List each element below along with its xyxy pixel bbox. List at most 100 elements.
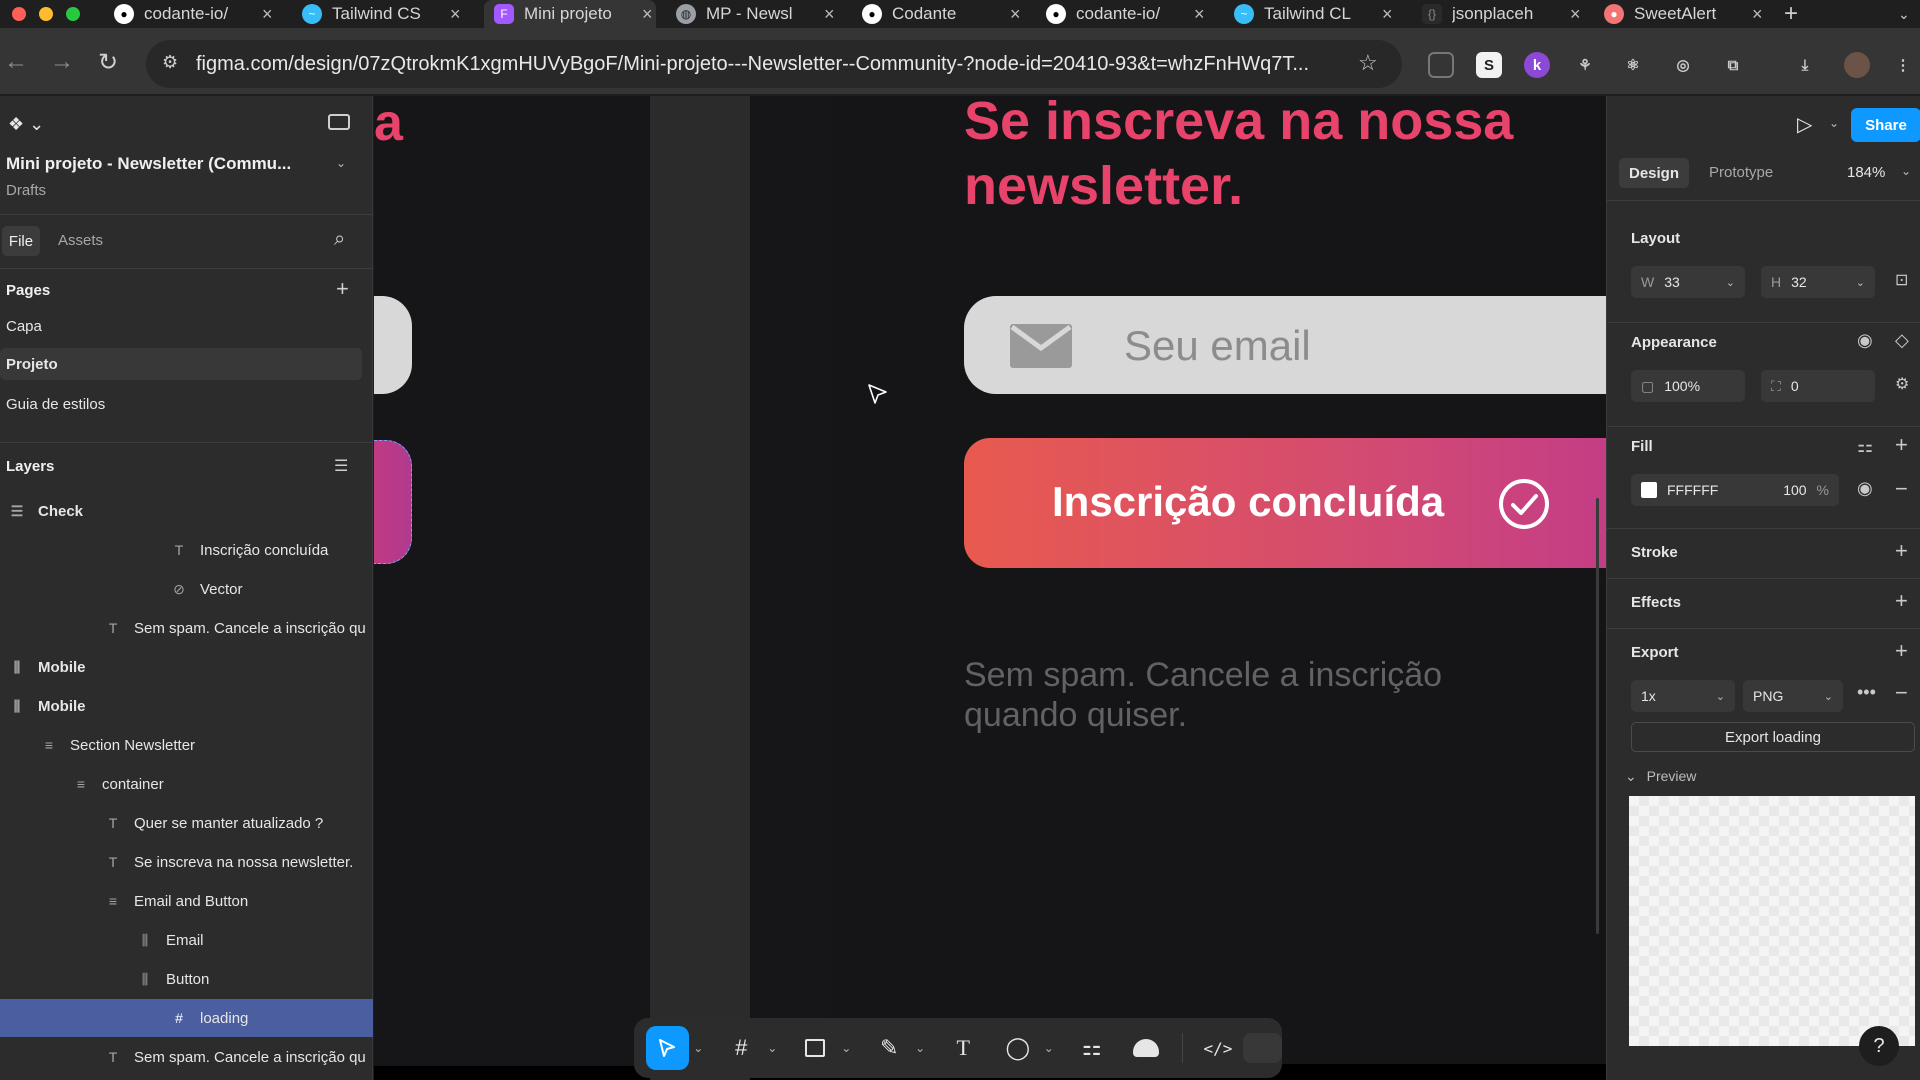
chevron-down-icon[interactable]: ⌄ [911,1041,930,1055]
extension-tree-icon[interactable]: ⚘ [1572,52,1598,78]
extension-k-icon[interactable]: k [1524,52,1550,78]
corner-radius-field[interactable]: ⛶ 0 [1761,370,1875,402]
subscribe-button-mockup[interactable]: Inscrição concluída [964,438,1606,568]
close-tab-icon[interactable]: × [1194,4,1205,25]
page-item-projeto[interactable]: Projeto [0,348,362,380]
browser-tab-0[interactable]: ● codante-io/ × [114,0,282,28]
extension-react-icon[interactable]: ⚛ [1620,52,1646,78]
address-bar[interactable]: ⚙ figma.com/design/07zQtrokmK1xgmHUVyBgo… [146,40,1402,88]
page-item-guia-de-estilos[interactable]: Guia de estilos [0,386,362,422]
browser-tab-1[interactable]: ~ Tailwind CS × [302,0,470,28]
tab-file[interactable]: File [2,226,40,256]
check-circle-icon[interactable] [1498,478,1550,530]
frame-tool-button[interactable]: # [720,1026,763,1070]
screen-capture-icon[interactable] [1428,52,1454,78]
file-title[interactable]: Mini projeto - Newsletter (Commu... [6,154,291,174]
toggle-panel-icon[interactable] [328,114,350,130]
extension-target-icon[interactable]: ◎ [1670,52,1696,78]
chevron-down-icon[interactable]: ⌄ [1856,276,1865,289]
move-tool-button[interactable] [646,1026,689,1070]
minimize-window-button[interactable] [39,7,53,21]
layer-row-quer-se-manter[interactable]: T Quer se manter atualizado ? [0,804,373,842]
export-more-icon[interactable]: ••• [1857,682,1876,703]
rectangle-tool-button[interactable] [794,1026,837,1070]
style-grid-icon[interactable]: ⚏ [1857,436,1873,457]
download-icon[interactable]: ⤓ [1792,52,1818,78]
add-export-icon[interactable]: + [1895,638,1908,664]
add-stroke-icon[interactable]: + [1895,538,1908,564]
layer-row-mobile[interactable]: ⫼ Mobile [0,687,373,725]
share-button[interactable]: Share [1851,108,1920,142]
search-icon[interactable]: ⌕ [334,228,345,251]
headline-fragment[interactable]: a [374,96,403,156]
tab-search-chevron-icon[interactable]: ⌄ [1898,0,1910,28]
chevron-down-icon[interactable]: ⌄ [689,1041,708,1055]
actions-tool-button[interactable]: ⚏ [1070,1026,1113,1070]
present-play-icon[interactable]: ▷ [1797,112,1812,137]
tab-prototype[interactable]: Prototype [1709,164,1773,181]
layer-row-inscricao-text[interactable]: T Inscrição concluída [0,531,373,569]
layer-row-mobile[interactable]: ⫼ Mobile [0,648,373,686]
remove-export-icon[interactable]: − [1895,680,1908,706]
browser-tab-5[interactable]: ● codante-io/ × [1046,0,1214,28]
layer-row-email-and-button[interactable]: ≡ Email and Button [0,882,373,920]
height-field[interactable]: H 32 ⌄ [1761,266,1875,298]
page-item-capa[interactable]: Capa [0,308,362,344]
export-format-select[interactable]: PNG ⌄ [1743,680,1843,712]
close-tab-icon[interactable]: × [262,4,273,25]
frame-mobile[interactable] [830,96,1606,1064]
fill-color-field[interactable]: FFFFFF 100 % [1631,474,1839,506]
chevron-down-icon[interactable]: ⌄ [1829,116,1839,130]
remove-fill-icon[interactable]: − [1895,476,1908,502]
layer-row-vector[interactable]: ⊘ Vector [0,570,373,608]
chevron-down-icon[interactable]: ⌄ [1039,1041,1058,1055]
canvas-scrollbar[interactable] [1596,498,1599,934]
forward-arrow-icon[interactable]: → [50,48,74,76]
browser-tab-2[interactable]: F Mini projeto × [484,0,656,28]
opacity-field[interactable]: ▢ 100% [1631,370,1745,402]
layer-row-check[interactable]: ☰ Check [0,492,373,530]
export-button[interactable]: Export loading [1631,722,1915,752]
new-tab-button[interactable]: + [1784,0,1798,28]
browser-tab-7[interactable]: {} jsonplaceh × [1422,0,1590,28]
close-tab-icon[interactable]: × [1570,4,1581,25]
close-tab-icon[interactable]: × [1382,4,1393,25]
dev-mode-switch[interactable] [1243,1033,1282,1063]
browser-tab-6[interactable]: ~ Tailwind CL × [1234,0,1402,28]
email-input-fragment[interactable] [374,296,412,394]
close-tab-icon[interactable]: × [824,4,835,25]
add-fill-icon[interactable]: + [1895,432,1908,458]
no-spam-line-1[interactable]: Sem spam. Cancele a inscrição [964,654,1442,696]
close-tab-icon[interactable]: × [642,4,653,25]
layer-row-email[interactable]: ⫼ Email [0,921,373,959]
close-tab-icon[interactable]: × [450,4,461,25]
layers-filter-icon[interactable]: ☰ [334,456,348,476]
chevron-down-icon[interactable]: ⌄ [1726,276,1735,289]
layer-row-sem-spam[interactable]: T Sem spam. Cancele a inscrição qu [0,609,373,647]
extensions-puzzle-icon[interactable]: ⧉ [1720,52,1746,78]
add-page-icon[interactable]: + [336,276,349,302]
individual-corners-icon[interactable]: ⚙ [1895,374,1909,394]
close-tab-icon[interactable]: × [1752,4,1763,25]
layer-row-sem-spam[interactable]: T Sem spam. Cancele a inscrição qu [0,1038,373,1076]
pen-tool-button[interactable]: ✎ [868,1026,911,1070]
close-window-button[interactable] [12,7,26,21]
plugin-tool-button[interactable] [1125,1026,1168,1070]
email-input-mockup[interactable]: Seu email [964,296,1606,394]
help-button[interactable]: ? [1859,1026,1899,1066]
export-scale-select[interactable]: 1x ⌄ [1631,680,1735,712]
browser-tab-4[interactable]: ● Codante × [862,0,1030,28]
site-settings-icon[interactable]: ⚙ [162,52,178,73]
visibility-eye-icon[interactable]: ◉ [1857,330,1873,351]
extension-s-icon[interactable]: S [1476,52,1502,78]
width-field[interactable]: W 33 ⌄ [1631,266,1745,298]
profile-avatar[interactable] [1844,52,1870,78]
add-effect-icon[interactable]: + [1895,588,1908,614]
resize-constraints-icon[interactable]: ⊡ [1895,270,1908,290]
zoom-level[interactable]: 184% [1847,164,1885,181]
fill-visibility-eye-icon[interactable]: ◉ [1857,478,1873,499]
preview-toggle[interactable]: ⌄ Preview [1625,768,1696,785]
design-canvas[interactable]: a Se inscreva na nossa newsletter. Seu e… [374,96,1606,1080]
tab-assets[interactable]: Assets [58,232,103,249]
blend-mode-icon[interactable]: ◇ [1895,330,1909,351]
